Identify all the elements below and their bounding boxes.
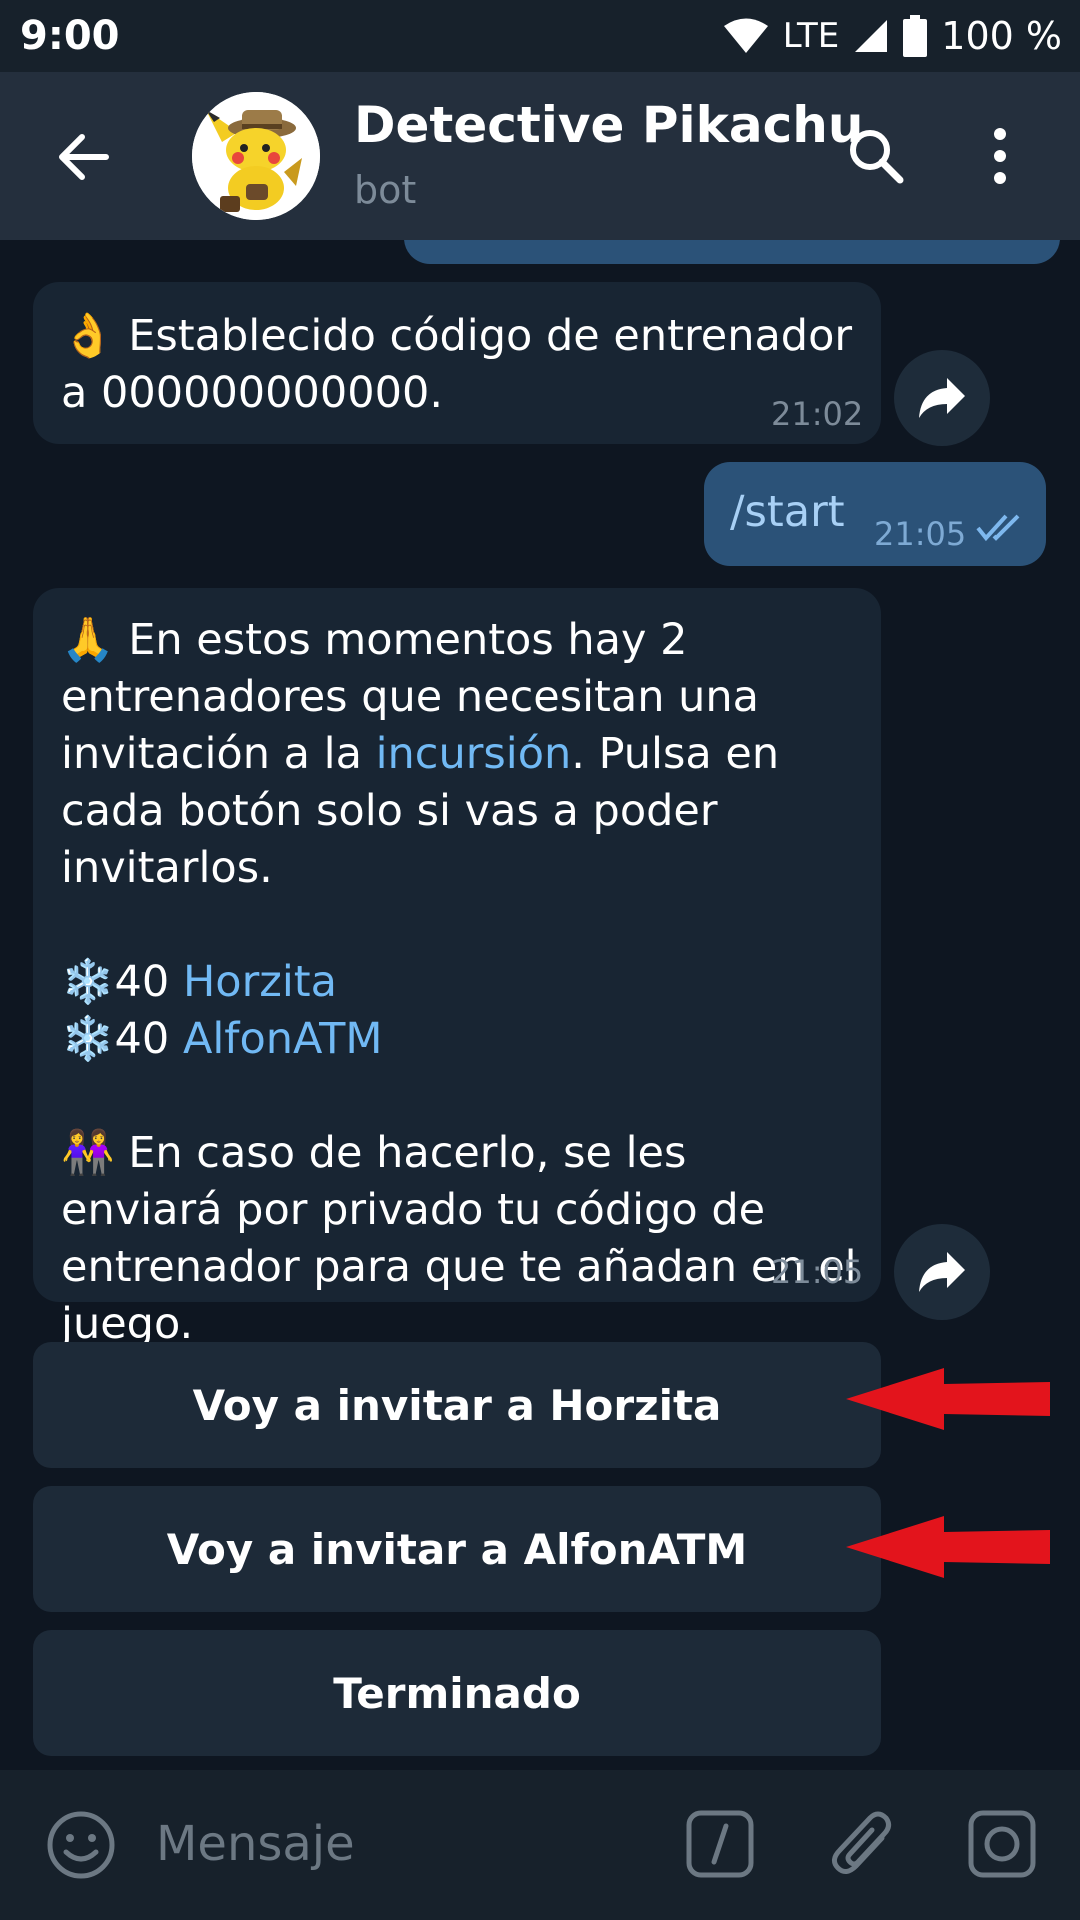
chat-header: Detective Pikachu bot [0, 72, 1080, 240]
back-arrow-icon[interactable] [52, 126, 114, 188]
share-button[interactable] [894, 350, 990, 446]
battery-icon [903, 15, 928, 57]
trainer-line: ❄️40 Horzita [61, 957, 337, 1007]
inline-button-invite-alfonatm[interactable]: Voy a invitar a AlfonATM [33, 1486, 881, 1612]
read-checkmarks-icon [976, 514, 1020, 542]
camera-icon[interactable] [968, 1810, 1036, 1878]
telegram-chat-screen: 9:00 LTE 100 % Detective Pikachu bot 👌 E… [0, 0, 1080, 1920]
message-time: 21:05 [874, 515, 967, 553]
message-time: 21:05 [771, 1253, 864, 1291]
pikachu-avatar-icon [192, 92, 320, 220]
search-icon[interactable] [844, 124, 908, 188]
inline-button-invite-horzita[interactable]: Voy a invitar a Horzita [33, 1342, 881, 1468]
share-button[interactable] [894, 1224, 990, 1320]
share-arrow-icon [919, 1252, 965, 1292]
message-bubble-incoming[interactable]: 👌 Establecido código de entrenador a 000… [33, 282, 881, 444]
message-bubble-outgoing[interactable]: /start 21:05 [704, 462, 1046, 566]
status-icons: LTE 100 % [723, 14, 1062, 58]
wifi-icon [723, 18, 768, 53]
chat-title[interactable]: Detective Pikachu [354, 96, 863, 154]
trainer-line: ❄️40 AlfonATM [61, 1014, 383, 1064]
message-bubble-partial [404, 240, 1060, 264]
bot-commands-icon[interactable] [686, 1810, 754, 1878]
message-input[interactable]: Mensaje [156, 1816, 355, 1872]
bot-avatar[interactable] [192, 92, 320, 220]
incursion-link[interactable]: incursión [376, 729, 572, 779]
message-time: 21:02 [771, 395, 864, 433]
message-paragraph: 🙏 En estos momentos hay 2 entrenadores q… [61, 615, 780, 893]
share-arrow-icon [919, 378, 965, 418]
more-vert-icon[interactable] [980, 124, 1020, 188]
attach-icon[interactable] [828, 1808, 898, 1882]
status-bar: 9:00 LTE 100 % [0, 0, 1080, 72]
red-annotation-arrow [846, 1516, 1050, 1578]
snowflake-emoji: ❄️ [61, 1014, 115, 1064]
snowflake-emoji: ❄️ [61, 957, 115, 1007]
couple-emoji: 👭 [61, 1128, 115, 1178]
message-bubble-incoming[interactable]: 🙏 En estos momentos hay 2 entrenadores q… [33, 588, 881, 1349]
status-time: 9:00 [20, 13, 120, 59]
chat-messages[interactable]: 👌 Establecido código de entrenador a 000… [0, 240, 1080, 1770]
message-text: Establecido código de entrenador a 00000… [61, 311, 853, 418]
message-text: /start [730, 487, 845, 537]
red-annotation-arrow [846, 1368, 1050, 1430]
inline-button-done[interactable]: Terminado [33, 1630, 881, 1756]
battery-level: 100 % [941, 14, 1062, 58]
message-paragraph: 👭 En caso de hacerlo, se les enviará por… [61, 1128, 857, 1349]
trainer-link-horzita[interactable]: Horzita [183, 957, 337, 1007]
pray-emoji: 🙏 [61, 615, 115, 665]
signal-icon [855, 20, 888, 52]
trainer-link-alfonatm[interactable]: AlfonATM [183, 1014, 383, 1064]
message-input-bar: Mensaje [0, 1770, 1080, 1920]
network-type: LTE [782, 16, 840, 56]
ok-hand-emoji: 👌 [61, 311, 115, 361]
emoji-icon[interactable] [46, 1810, 116, 1880]
chat-subtitle: bot [354, 168, 417, 212]
